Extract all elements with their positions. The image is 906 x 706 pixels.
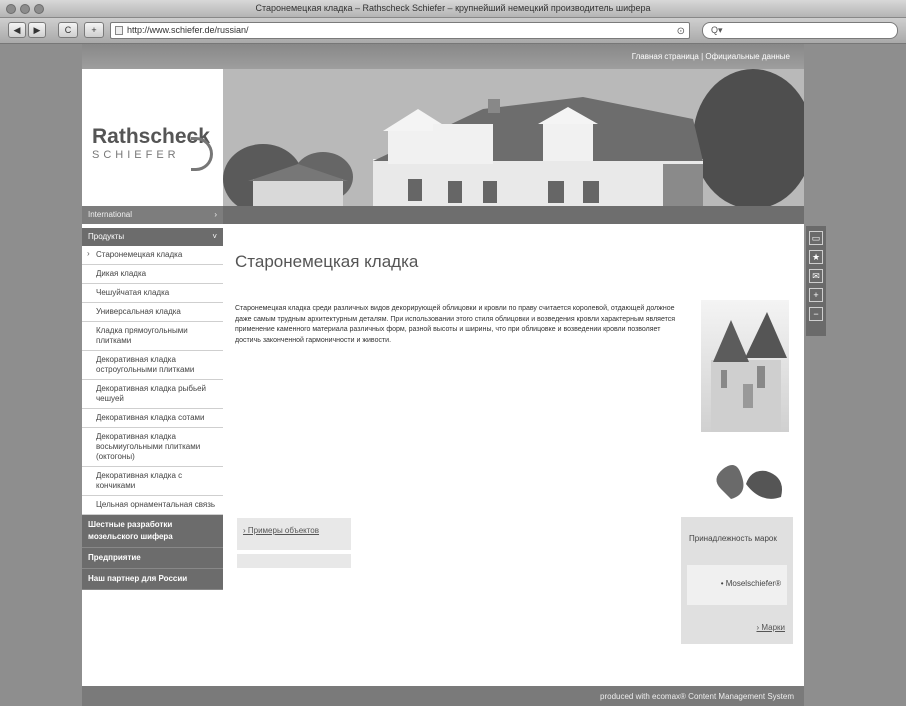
footer: produced with ecomax® Content Management…: [82, 686, 804, 706]
sidebar-item[interactable]: Цельная орнаментальная связь: [82, 496, 223, 515]
nav-official-link[interactable]: Официальные данные: [705, 52, 790, 61]
print-icon[interactable]: ▭: [809, 231, 823, 245]
main-content: Старонемецкая кладка Старонемецкая кладк…: [223, 224, 804, 686]
page-icon: [115, 26, 123, 35]
sidebar-item[interactable]: Декоративная кладка восьмиугольными плит…: [82, 428, 223, 467]
sidebar-item[interactable]: Декоративная кладка остроугольными плитк…: [82, 351, 223, 380]
sidebar-item[interactable]: Декоративная кладка рыбьей чешуей: [82, 380, 223, 409]
logo-subtitle: SCHIEFER: [92, 149, 180, 161]
forward-button[interactable]: ▶: [28, 22, 46, 38]
hero-image: [223, 69, 804, 206]
nav-home-link[interactable]: Главная страница: [632, 52, 699, 61]
hero-bar: [223, 206, 804, 224]
reload-button[interactable]: C: [58, 22, 78, 38]
sidebar-item[interactable]: Декоративная кладка с кончиками: [82, 467, 223, 496]
brands-link[interactable]: › Марки: [756, 623, 785, 632]
browser-window: Старонемецкая кладка – Rathscheck Schief…: [0, 0, 906, 706]
house-illustration: [223, 69, 804, 206]
browser-toolbar: ◀ ▶ C + http://www.schiefer.de/russian/ …: [0, 18, 906, 44]
chevron-down-icon: ˅: [212, 232, 217, 241]
side-toolbar: ▭ ★ ✉ + −: [806, 226, 826, 336]
address-bar[interactable]: http://www.schiefer.de/russian/ ⊙: [110, 22, 690, 39]
examples-link[interactable]: › Примеры объектов: [243, 526, 319, 535]
brand-item: • Moselschiefer®: [687, 565, 787, 605]
mail-icon[interactable]: ✉: [809, 269, 823, 283]
url-text: http://www.schiefer.de/russian/: [127, 25, 249, 35]
plus-icon[interactable]: +: [809, 288, 823, 302]
chevron-right-icon: ›: [214, 210, 217, 219]
sidebar-international[interactable]: International ›: [82, 206, 223, 224]
examples-box: › Примеры объектов: [237, 518, 351, 550]
sidebar-item-company[interactable]: Предприятие: [82, 548, 223, 569]
refresh-icon[interactable]: ⊙: [677, 24, 685, 39]
sidebar-item[interactable]: Старонемецкая кладка: [82, 246, 223, 265]
description-paragraph: Старонемецкая кладка среди различных вид…: [235, 305, 676, 344]
slate-tiles-image: [701, 449, 789, 509]
sidebar: International › Продукты ˅ Старонемецкая…: [82, 206, 223, 626]
tower-image: [701, 300, 789, 432]
search-field[interactable]: Q▾: [702, 22, 898, 39]
sidebar-item[interactable]: Дикая кладка: [82, 265, 223, 284]
page-title: Старонемецкая кладка: [235, 252, 419, 271]
web-page: Главная страница | Официальные данные Ra…: [82, 44, 804, 706]
sidebar-item-partner[interactable]: Наш партнер для России: [82, 569, 223, 590]
sidebar-item[interactable]: Кладка прямоугольными плитками: [82, 322, 223, 351]
sidebar-item-development[interactable]: Шестные разработки мозельского шифера: [82, 515, 223, 548]
sidebar-item[interactable]: Универсальная кладка: [82, 303, 223, 322]
brands-box: Принадлежность марок • Moselschiefer® › …: [681, 517, 793, 644]
sidebar-item[interactable]: Чешуйчатая кладка: [82, 284, 223, 303]
add-bookmark-button[interactable]: +: [84, 22, 104, 38]
star-icon[interactable]: ★: [809, 250, 823, 264]
brands-box-title: Принадлежность марок: [689, 534, 777, 543]
brand-moselschiefer-link[interactable]: • Moselschiefer®: [721, 579, 781, 588]
sidebar-section-label: Продукты: [88, 232, 125, 241]
minus-icon[interactable]: −: [809, 307, 823, 321]
sidebar-item[interactable]: Декоративная кладка сотами: [82, 409, 223, 428]
top-navigation: Главная страница | Официальные данные: [82, 44, 804, 69]
sidebar-international-label: International: [88, 210, 133, 219]
logo-area: Rathscheck SCHIEFER: [82, 69, 223, 206]
examples-box-footer: [237, 554, 351, 568]
window-title: Старонемецкая кладка – Rathscheck Schief…: [255, 3, 651, 13]
back-button[interactable]: ◀: [8, 22, 26, 38]
sidebar-section-products[interactable]: Продукты ˅: [82, 228, 223, 246]
title-bar: Старонемецкая кладка – Rathscheck Schief…: [0, 0, 906, 18]
